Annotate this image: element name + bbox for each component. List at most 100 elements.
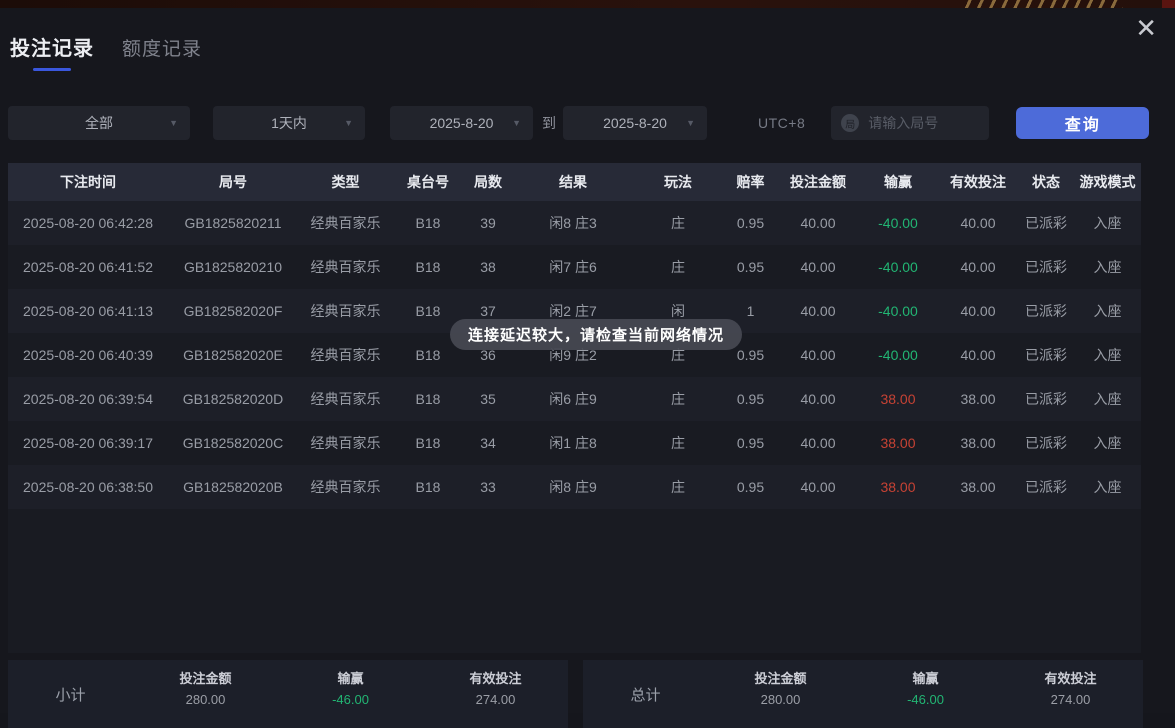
cell-play: 庄 bbox=[633, 213, 723, 233]
cell-type: 经典百家乐 bbox=[298, 345, 393, 365]
chevron-down-icon: ▼ bbox=[169, 118, 178, 128]
summary-footer: 小计 投注金额 280.00 输赢 -46.00 有效投注 274.00 总计 … bbox=[0, 660, 1175, 728]
date-range-select[interactable]: 1天内 ▼ bbox=[213, 106, 365, 140]
col-header-odds: 赔率 bbox=[723, 172, 778, 192]
cell-play: 庄 bbox=[633, 389, 723, 409]
cell-odds: 0.95 bbox=[723, 347, 778, 363]
game-number-icon: 局 bbox=[841, 114, 859, 132]
cell-bet-amount: 40.00 bbox=[778, 303, 858, 319]
col-header-game-mode: 游戏模式 bbox=[1074, 172, 1141, 192]
cell-game-no: GB182582020D bbox=[168, 391, 298, 407]
cell-valid-bet: 38.00 bbox=[938, 391, 1018, 407]
cell-bet-amount: 40.00 bbox=[778, 391, 858, 407]
cell-round: 37 bbox=[463, 303, 513, 319]
tab-quota-records[interactable]: 额度记录 bbox=[122, 34, 202, 71]
date-to-value: 2025-8-20 bbox=[603, 115, 667, 131]
cell-play: 庄 bbox=[633, 257, 723, 277]
game-number-input[interactable] bbox=[866, 114, 980, 132]
cell-valid-bet: 40.00 bbox=[938, 303, 1018, 319]
chevron-down-icon: ▼ bbox=[344, 118, 353, 128]
network-delay-toast: 连接延迟较大，请检查当前网络情况 bbox=[450, 319, 742, 350]
cell-type: 经典百家乐 bbox=[298, 433, 393, 453]
table-row: 2025-08-20 06:39:17 GB182582020C 经典百家乐 B… bbox=[8, 421, 1141, 465]
table-row: 2025-08-20 06:42:28 GB1825820211 经典百家乐 B… bbox=[8, 201, 1141, 245]
cell-winloss: -40.00 bbox=[858, 215, 938, 231]
cell-bet-time: 2025-08-20 06:41:13 bbox=[8, 303, 168, 319]
cell-odds: 0.95 bbox=[723, 215, 778, 231]
cell-status: 已派彩 bbox=[1018, 345, 1074, 365]
cell-winloss: -40.00 bbox=[858, 303, 938, 319]
cell-winloss: -40.00 bbox=[858, 347, 938, 363]
cell-status: 已派彩 bbox=[1018, 213, 1074, 233]
timezone-label: UTC+8 bbox=[758, 115, 805, 131]
cell-bet-time: 2025-08-20 06:41:52 bbox=[8, 259, 168, 275]
bet-records-modal: 投注记录 额度记录 ✕ 全部 ▼ 1天内 ▼ 2025-8-20 ▼ 到 202… bbox=[0, 8, 1175, 713]
tab-bet-records[interactable]: 投注记录 bbox=[10, 32, 94, 71]
col-header-status: 状态 bbox=[1018, 172, 1074, 192]
cell-winloss: 38.00 bbox=[858, 479, 938, 495]
cell-type: 经典百家乐 bbox=[298, 477, 393, 497]
chevron-down-icon: ▼ bbox=[686, 118, 695, 128]
cell-bet-amount: 40.00 bbox=[778, 347, 858, 363]
cell-odds: 0.95 bbox=[723, 479, 778, 495]
table-row: 2025-08-20 06:39:54 GB182582020D 经典百家乐 B… bbox=[8, 377, 1141, 421]
date-to-select[interactable]: 2025-8-20 ▼ bbox=[563, 106, 707, 140]
table-header-row: 下注时间 局号 类型 桌台号 局数 结果 玩法 赔率 投注金额 输赢 有效投注 … bbox=[8, 163, 1141, 201]
cell-game-mode: 入座 bbox=[1074, 257, 1141, 277]
decorative-corner bbox=[1162, 0, 1175, 8]
col-header-type: 类型 bbox=[298, 172, 393, 192]
cell-status: 已派彩 bbox=[1018, 433, 1074, 453]
cell-status: 已派彩 bbox=[1018, 257, 1074, 277]
cell-result: 闲6 庄9 bbox=[513, 389, 633, 409]
cell-odds: 0.95 bbox=[723, 391, 778, 407]
cell-game-no: GB182582020E bbox=[168, 347, 298, 363]
cell-play: 庄 bbox=[633, 477, 723, 497]
decorative-gold-pattern bbox=[963, 0, 1123, 8]
col-header-result: 结果 bbox=[513, 172, 633, 192]
cell-play: 闲 bbox=[633, 301, 723, 321]
cell-bet-amount: 40.00 bbox=[778, 479, 858, 495]
cell-odds: 0.95 bbox=[723, 435, 778, 451]
cell-table-no: B18 bbox=[393, 259, 463, 275]
cell-table-no: B18 bbox=[393, 303, 463, 319]
cell-bet-time: 2025-08-20 06:38:50 bbox=[8, 479, 168, 495]
cell-result: 闲2 庄7 bbox=[513, 301, 633, 321]
bet-type-select[interactable]: 全部 ▼ bbox=[8, 106, 190, 140]
cell-result: 闲1 庄8 bbox=[513, 433, 633, 453]
cell-odds: 0.95 bbox=[723, 259, 778, 275]
cell-round: 38 bbox=[463, 259, 513, 275]
cell-game-no: GB1825820211 bbox=[168, 215, 298, 231]
cell-game-no: GB182582020B bbox=[168, 479, 298, 495]
close-icon[interactable]: ✕ bbox=[1135, 15, 1157, 41]
date-from-select[interactable]: 2025-8-20 ▼ bbox=[390, 106, 533, 140]
date-range-select-value: 1天内 bbox=[271, 113, 307, 133]
tab-bar: 投注记录 额度记录 bbox=[10, 32, 1175, 71]
col-header-valid-bet: 有效投注 bbox=[938, 172, 1018, 192]
cell-type: 经典百家乐 bbox=[298, 389, 393, 409]
query-button[interactable]: 查询 bbox=[1016, 107, 1149, 139]
cell-round: 33 bbox=[463, 479, 513, 495]
cell-bet-time: 2025-08-20 06:42:28 bbox=[8, 215, 168, 231]
cell-play: 庄 bbox=[633, 433, 723, 453]
bet-records-table: 下注时间 局号 类型 桌台号 局数 结果 玩法 赔率 投注金额 输赢 有效投注 … bbox=[8, 163, 1141, 653]
background-game-strip bbox=[0, 0, 1175, 8]
cell-valid-bet: 38.00 bbox=[938, 479, 1018, 495]
col-header-game-no: 局号 bbox=[168, 172, 298, 192]
cell-status: 已派彩 bbox=[1018, 301, 1074, 321]
table-row: 2025-08-20 06:41:52 GB1825820210 经典百家乐 B… bbox=[8, 245, 1141, 289]
cell-winloss: 38.00 bbox=[858, 435, 938, 451]
game-number-search-box[interactable]: 局 bbox=[831, 106, 989, 140]
cell-table-no: B18 bbox=[393, 347, 463, 363]
total-label: 总计 bbox=[583, 684, 708, 705]
cell-status: 已派彩 bbox=[1018, 477, 1074, 497]
cell-valid-bet: 40.00 bbox=[938, 259, 1018, 275]
cell-winloss: -40.00 bbox=[858, 259, 938, 275]
table-row: 2025-08-20 06:38:50 GB182582020B 经典百家乐 B… bbox=[8, 465, 1141, 509]
cell-winloss: 38.00 bbox=[858, 391, 938, 407]
cell-game-mode: 入座 bbox=[1074, 345, 1141, 365]
col-header-winloss: 输赢 bbox=[858, 172, 938, 192]
cell-game-mode: 入座 bbox=[1074, 477, 1141, 497]
col-header-play: 玩法 bbox=[633, 172, 723, 192]
to-label: 到 bbox=[542, 113, 556, 133]
col-header-round: 局数 bbox=[463, 172, 513, 192]
